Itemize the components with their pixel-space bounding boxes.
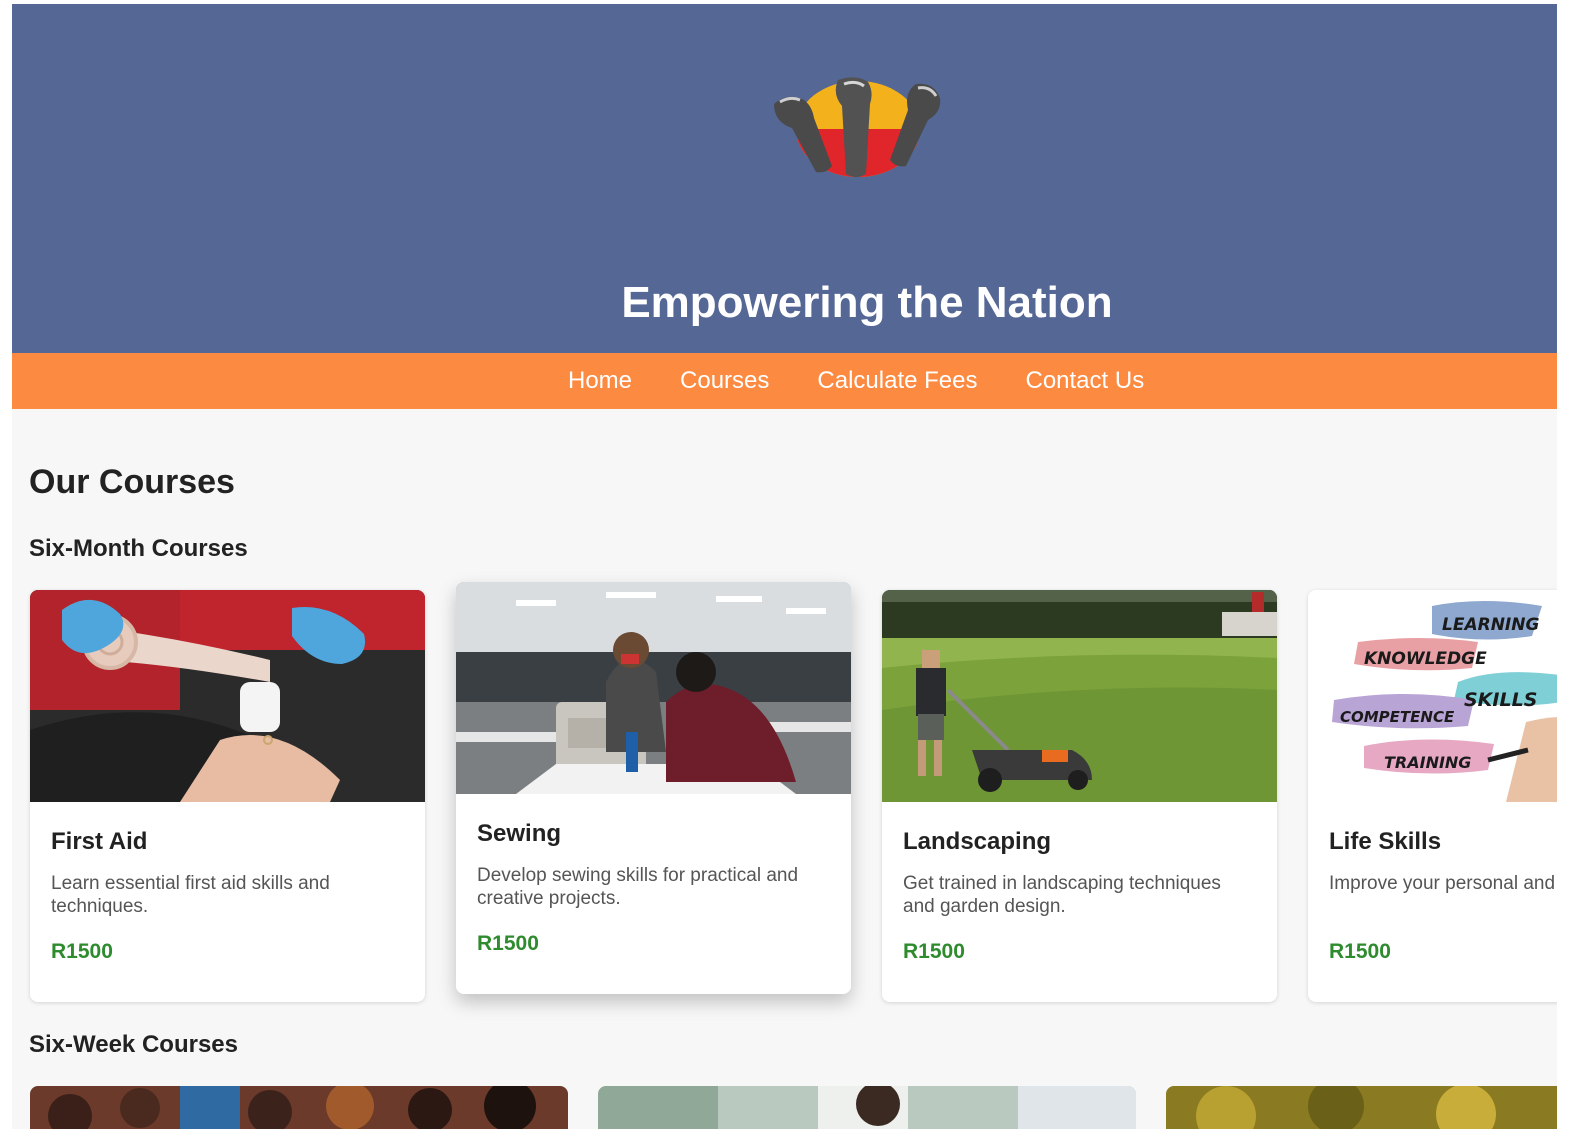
course-price: R1500 bbox=[903, 940, 965, 963]
nav-calculate-fees-link[interactable]: Calculate Fees bbox=[817, 353, 977, 409]
course-description: Develop sewing skills for practical and … bbox=[477, 865, 799, 909]
six-month-heading: Six-Month Courses bbox=[29, 535, 248, 562]
six-week-course-card[interactable] bbox=[598, 1086, 1136, 1129]
page: Empowering the Nation Home Courses Calcu… bbox=[12, 4, 1557, 1129]
six-week-course-image bbox=[598, 1086, 1136, 1129]
site-title: Empowering the Nation bbox=[621, 278, 1113, 328]
course-card-sewing[interactable]: Sewing Develop sewing skills for practic… bbox=[456, 582, 851, 994]
nav-contact-us-link[interactable]: Contact Us bbox=[1025, 353, 1144, 409]
image-word: SKILLS bbox=[1464, 689, 1537, 711]
first-aid-image bbox=[30, 590, 425, 802]
course-description: Improve your personal and life skills. bbox=[1329, 873, 1557, 894]
course-card-first-aid[interactable]: First Aid Learn essential first aid skil… bbox=[30, 590, 425, 1002]
landscaping-image bbox=[882, 590, 1277, 802]
course-card-landscaping[interactable]: Landscaping Get trained in landscaping t… bbox=[882, 590, 1277, 1002]
course-price: R1500 bbox=[51, 940, 113, 963]
nav-courses-link[interactable]: Courses bbox=[680, 353, 769, 409]
course-card-life-skills[interactable]: LEARNING KNOWLEDGE SKILLS COMPETENCE TRA… bbox=[1308, 590, 1557, 1002]
course-title: Life Skills bbox=[1329, 828, 1442, 855]
page-title: Our Courses bbox=[29, 463, 235, 501]
six-week-course-card[interactable] bbox=[1166, 1086, 1557, 1129]
course-price: R1500 bbox=[477, 932, 539, 955]
nav-home-link[interactable]: Home bbox=[568, 353, 632, 409]
course-title: Landscaping bbox=[903, 828, 1052, 855]
course-description: Get trained in landscaping techniques an… bbox=[903, 873, 1221, 917]
image-word: LEARNING bbox=[1442, 615, 1539, 635]
image-word: TRAINING bbox=[1384, 753, 1471, 772]
life-skills-image: LEARNING KNOWLEDGE SKILLS COMPETENCE TRA… bbox=[1308, 590, 1557, 802]
course-title: First Aid bbox=[51, 828, 148, 855]
raised-fists-logo-icon bbox=[774, 77, 941, 177]
site-header: Empowering the Nation bbox=[12, 4, 1557, 353]
course-description: Learn essential first aid skills and tec… bbox=[51, 873, 330, 917]
sewing-image bbox=[456, 582, 851, 794]
course-price: R1500 bbox=[1329, 940, 1391, 963]
image-word: COMPETENCE bbox=[1340, 708, 1455, 726]
course-title: Sewing bbox=[477, 820, 562, 847]
image-word: KNOWLEDGE bbox=[1364, 649, 1487, 669]
six-week-course-image bbox=[1166, 1086, 1557, 1129]
main-nav: Home Courses Calculate Fees Contact Us bbox=[12, 353, 1557, 409]
six-week-heading: Six-Week Courses bbox=[29, 1031, 238, 1058]
six-week-course-card[interactable] bbox=[30, 1086, 568, 1129]
six-week-course-image bbox=[30, 1086, 568, 1129]
